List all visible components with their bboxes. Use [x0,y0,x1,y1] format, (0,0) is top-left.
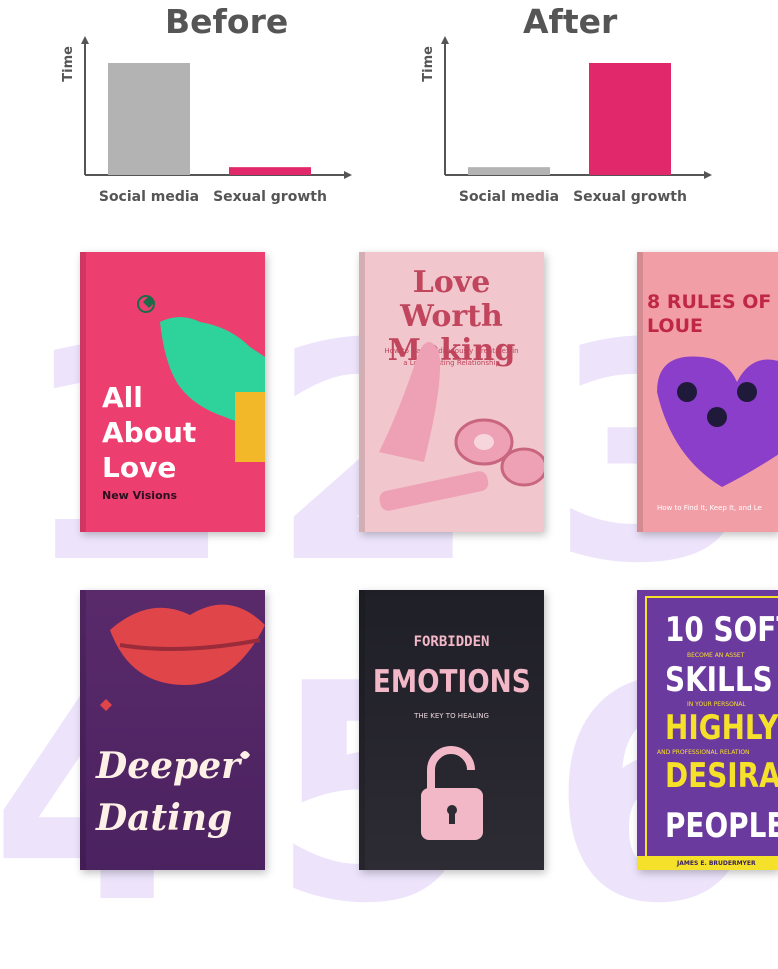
bar-sexual-growth [229,167,311,175]
chart-before: Before Time Social media Sexual growth [45,0,405,215]
y-axis-arrow [81,36,89,44]
toy-illustration [379,342,544,511]
book-title-line4: DESIRABLE [665,756,778,796]
x-tick-label: Social media [459,189,559,205]
book-title: All About Love [102,381,197,484]
heart-illustration [657,356,778,487]
bar-social-media [468,167,550,175]
book-deeper-dating[interactable]: Deeper Dating [80,590,265,870]
book-forbidden-emotions[interactable]: FORBIDDEN EMOTIONS THE KEY TO HEALING [359,590,544,870]
book-8-rules-of-love[interactable]: 8 RULES OF LOUE How to Find It, Keep It,… [637,252,778,532]
chart-after-svg: Time Social media Sexual growth [421,36,712,205]
book-love-worth-making[interactable]: Love Worth Making How to Have Ridiculous… [359,252,544,532]
book-all-about-love[interactable]: All About Love New Visions [80,252,265,532]
chart-after: After Time Social media Sexual growth [405,0,765,215]
chart-before-svg: Time Social media Sexual growth [61,36,352,205]
book-title-line1: 10 SOFTS [665,610,778,650]
book-subtitle: New Visions [102,489,178,502]
book-subtitle: How to Find It, Keep It, and Le [657,504,762,512]
book-tagline-1: BECOME AN ASSET [687,652,745,659]
x-tick-label: Social media [99,189,199,205]
padlock-icon [421,746,483,840]
x-tick-label: Sexual growth [573,189,687,205]
book-10-soft-skills[interactable]: 10 SOFTS BECOME AN ASSET SKILLS OF IN YO… [637,590,778,870]
y-axis-label: Time [61,46,76,82]
x-axis-arrow [344,171,352,179]
book-title-line3: HIGHLY [665,708,778,748]
x-axis-arrow [704,171,712,179]
y-axis-arrow [441,36,449,44]
book-title: Deeper Dating [96,745,241,839]
x-tick-label: Sexual growth [213,189,327,205]
bar-sexual-growth [589,63,671,175]
bar-social-media [108,63,190,175]
book-title-line2: SKILLS OF [665,660,778,700]
book-tagline-2: IN YOUR PERSONAL [687,701,746,708]
book-author: JAMES E. BRUDERMYER [677,860,756,867]
book-tagline-3: AND PROFESSIONAL RELATION [657,749,750,756]
y-axis-label: Time [421,46,436,82]
book-title-line5: PEOPLE [665,806,778,846]
